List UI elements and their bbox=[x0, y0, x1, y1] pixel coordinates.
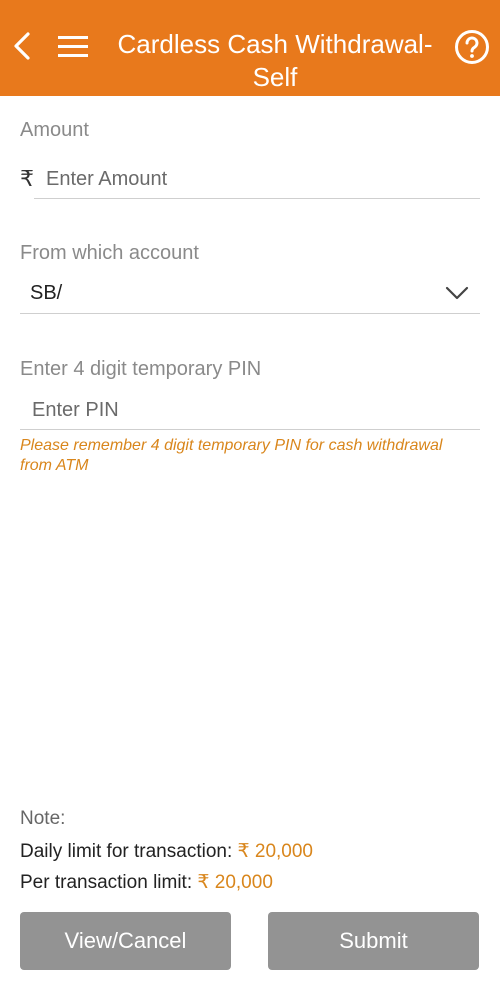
pin-hint: Please remember 4 digit temporary PIN fo… bbox=[20, 437, 443, 474]
account-select[interactable]: SB/ bbox=[20, 274, 480, 314]
submit-button[interactable]: Submit bbox=[268, 912, 479, 970]
daily-limit-value: ₹ 20,000 bbox=[237, 841, 313, 862]
amount-input[interactable] bbox=[34, 160, 480, 199]
app-header: Cardless Cash Withdrawal- Self bbox=[0, 0, 500, 96]
daily-limit-row: Daily limit for transaction: ₹ 20,000 bbox=[20, 840, 313, 863]
chevron-down-icon bbox=[445, 286, 469, 300]
back-chevron-icon[interactable] bbox=[8, 28, 36, 64]
account-label: From which account bbox=[20, 242, 199, 264]
pin-label: Enter 4 digit temporary PIN bbox=[20, 358, 262, 380]
help-circle-icon[interactable] bbox=[454, 29, 490, 65]
per-limit-label: Per transaction limit: bbox=[20, 872, 193, 893]
account-selected-value: SB/ bbox=[30, 282, 63, 304]
pin-input[interactable] bbox=[20, 392, 480, 430]
per-limit-row: Per transaction limit: ₹ 20,000 bbox=[20, 871, 273, 894]
amount-label: Amount bbox=[20, 119, 89, 141]
hamburger-menu-icon[interactable] bbox=[56, 32, 90, 62]
rupee-icon: ₹ bbox=[20, 166, 34, 191]
note-section: Note: bbox=[20, 808, 65, 830]
page-title: Cardless Cash Withdrawal- Self bbox=[117, 29, 433, 92]
per-limit-value: ₹ 20,000 bbox=[197, 872, 273, 893]
note-label: Note: bbox=[20, 808, 66, 829]
view-cancel-button[interactable]: View/Cancel bbox=[20, 912, 231, 970]
daily-limit-label: Daily limit for transaction: bbox=[20, 841, 233, 862]
